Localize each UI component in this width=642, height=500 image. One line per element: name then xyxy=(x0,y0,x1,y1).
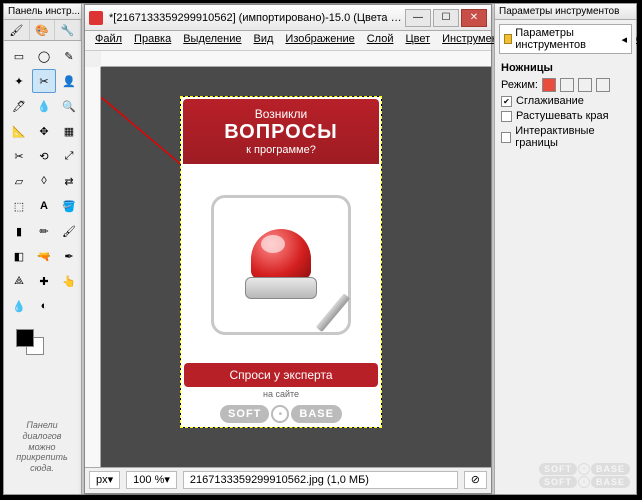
poster-line2: ВОПРОСЫ xyxy=(191,121,371,144)
tool-scale[interactable]: ⤢ xyxy=(57,144,81,168)
mode-replace[interactable] xyxy=(542,78,556,92)
poster-image: Возникли ВОПРОСЫ к программе? xyxy=(181,97,381,427)
toolbox-tabs: 🖌 🎨 🔧 xyxy=(4,20,81,41)
tool-grid: ▭ ◯ ✎ ✦ ✂ 👤 🖊 💧 🔍 📐 ✥ ▦ ✂ ⟲ ⤢ ▱ ◊ ⇄ ⬚ A … xyxy=(4,41,81,321)
tool-measure[interactable]: 📐 xyxy=(7,119,31,143)
image-window: *[2167133359299910562] (импортировано)-1… xyxy=(84,4,492,494)
canvas-viewport[interactable]: Возникли ВОПРОСЫ к программе? xyxy=(101,67,491,467)
window-title: *[2167133359299910562] (импортировано)-1… xyxy=(109,12,405,24)
status-cancel[interactable]: ⊘ xyxy=(464,471,487,489)
tool-paintbrush[interactable]: 🖌 xyxy=(57,219,81,243)
menu-view[interactable]: Вид xyxy=(248,31,280,50)
status-unit[interactable]: px ▾ xyxy=(89,471,120,489)
tool-rect-select[interactable]: ▭ xyxy=(7,44,31,68)
tool-foreground[interactable]: 👤 xyxy=(57,69,81,93)
tool-text[interactable]: A xyxy=(32,194,56,218)
tool-name: Ножницы xyxy=(501,62,630,74)
chk-antialias[interactable]: ✔ xyxy=(501,96,512,107)
status-file: 2167133359299910562.jpg (1,0 МБ) xyxy=(183,471,458,489)
poster-site: на сайте xyxy=(181,387,381,401)
toolbox-panel: Панель инстр... 🖌 🎨 🔧 ▭ ◯ ✎ ✦ ✂ 👤 🖊 💧 🔍 … xyxy=(4,4,82,494)
tool-bucket[interactable]: 🪣 xyxy=(57,194,81,218)
poster-logo: SOFT • BASE xyxy=(181,401,381,427)
tool-pencil[interactable]: ✏ xyxy=(32,219,56,243)
ruler-horizontal[interactable] xyxy=(101,51,491,67)
tool-color-picker[interactable]: 💧 xyxy=(32,94,56,118)
tool-blend[interactable]: ▮ xyxy=(7,219,31,243)
tool-blur[interactable]: 💧 xyxy=(7,294,31,318)
tool-align[interactable]: ▦ xyxy=(57,119,81,143)
menu-select[interactable]: Выделение xyxy=(177,31,247,50)
tool-heal[interactable]: ✚ xyxy=(32,269,56,293)
toolbox-tab-2[interactable]: 🎨 xyxy=(30,20,56,40)
status-zoom[interactable]: 100 % ▾ xyxy=(126,471,177,489)
menu-image[interactable]: Изображение xyxy=(279,31,360,50)
app-icon xyxy=(89,11,103,25)
maximize-button[interactable]: ☐ xyxy=(433,9,459,27)
menu-colors[interactable]: Цвет xyxy=(399,31,436,50)
tool-perspective[interactable]: ◊ xyxy=(32,169,56,193)
menu-edit[interactable]: Правка xyxy=(128,31,177,50)
dock-hint: Панели диалогов можно прикрепить сюда. xyxy=(8,420,76,474)
poster-line3: к программе? xyxy=(191,144,371,156)
color-swatches[interactable] xyxy=(8,329,77,359)
menu-file[interactable]: Файл xyxy=(89,31,128,50)
mode-intersect[interactable] xyxy=(596,78,610,92)
tool-ellipse-select[interactable]: ◯ xyxy=(32,44,56,68)
toolbox-title: Панель инстр... xyxy=(4,4,81,20)
tool-options-panel: Параметры инструментов Параметры инструм… xyxy=(494,4,636,494)
tool-move[interactable]: ✥ xyxy=(32,119,56,143)
menubar: Файл Правка Выделение Вид Изображение Сл… xyxy=(85,31,491,51)
chk-interactive[interactable] xyxy=(501,132,511,143)
tool-paths[interactable]: 🖊 xyxy=(7,94,31,118)
tool-fuzzy-select[interactable]: ✦ xyxy=(7,69,31,93)
mode-add[interactable] xyxy=(560,78,574,92)
ruler-vertical[interactable] xyxy=(85,67,101,467)
siren-frame xyxy=(211,195,351,335)
titlebar[interactable]: *[2167133359299910562] (импортировано)-1… xyxy=(85,5,491,31)
poster-line1: Возникли xyxy=(191,107,371,121)
tool-flip[interactable]: ⇄ xyxy=(57,169,81,193)
dock-tab[interactable]: Параметры инструментов ◂ xyxy=(499,24,632,54)
mode-subtract[interactable] xyxy=(578,78,592,92)
toolbox-tab-1[interactable]: 🖌 xyxy=(4,20,30,40)
tool-dodge[interactable]: ◐ xyxy=(32,294,56,318)
tool-ink[interactable]: ✒ xyxy=(57,244,81,268)
minimize-button[interactable]: — xyxy=(405,9,431,27)
poster-ask: Спроси у эксперта xyxy=(184,363,378,387)
tool-airbrush[interactable]: 🔫 xyxy=(32,244,56,268)
tool-crop[interactable]: ✂ xyxy=(7,144,31,168)
mode-row: Режим: xyxy=(501,78,630,92)
siren-icon xyxy=(251,229,311,279)
tool-rotate[interactable]: ⟲ xyxy=(32,144,56,168)
tool-cage[interactable]: ⬚ xyxy=(7,194,31,218)
tool-zoom[interactable]: 🔍 xyxy=(57,94,81,118)
toolbox-tab-3[interactable]: 🔧 xyxy=(55,20,81,40)
tool-free-select[interactable]: ✎ xyxy=(57,44,81,68)
tool-options-icon xyxy=(504,34,512,44)
statusbar: px ▾ 100 % ▾ 2167133359299910562.jpg (1,… xyxy=(85,467,491,491)
tool-shear[interactable]: ▱ xyxy=(7,169,31,193)
tool-eraser[interactable]: ◧ xyxy=(7,244,31,268)
canvas[interactable]: Возникли ВОПРОСЫ к программе? xyxy=(181,97,381,427)
tool-smudge[interactable]: 👆 xyxy=(57,269,81,293)
menu-layer[interactable]: Слой xyxy=(361,31,400,50)
dock-title: Параметры инструментов xyxy=(495,4,636,20)
foreground-swatch[interactable] xyxy=(16,329,34,347)
chk-feather[interactable] xyxy=(501,111,512,122)
tool-scissors[interactable]: ✂ xyxy=(32,69,56,93)
tool-clone[interactable]: ⟁ xyxy=(7,269,31,293)
close-button[interactable]: ✕ xyxy=(461,9,487,27)
